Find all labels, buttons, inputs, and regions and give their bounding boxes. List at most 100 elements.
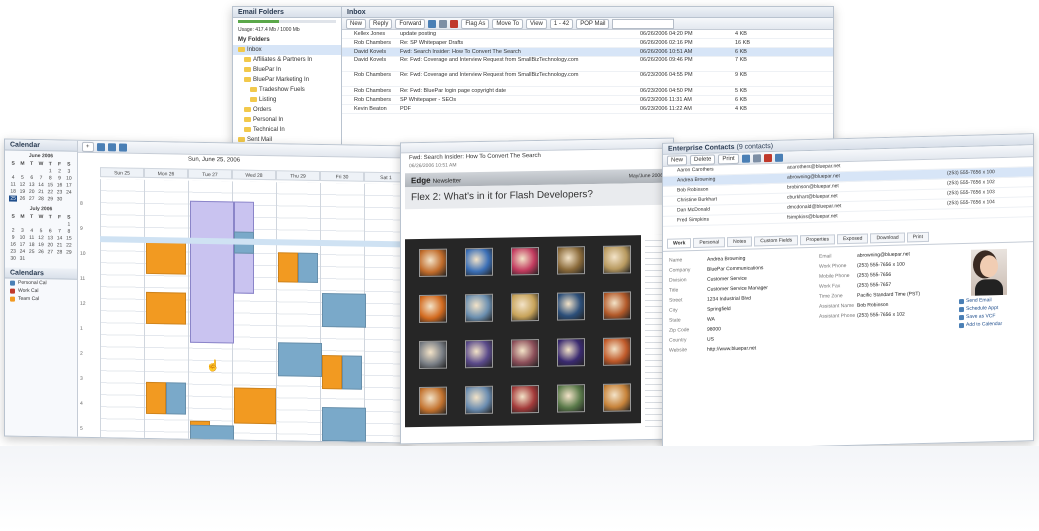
contact-tab[interactable]: Personal — [693, 237, 726, 249]
day-cell[interactable]: 15 — [46, 182, 54, 188]
day-cell[interactable]: 28 — [37, 196, 45, 202]
photo-thumbnail[interactable] — [557, 292, 585, 321]
contact-action-link[interactable]: Add to Calendar — [959, 321, 1019, 329]
day-cell[interactable]: 8 — [65, 229, 73, 235]
day-cell[interactable]: 2 — [55, 168, 63, 174]
day-cell[interactable]: 30 — [9, 256, 17, 262]
calendar-event[interactable] — [190, 200, 234, 344]
day-header[interactable]: Mon 26 — [144, 167, 188, 179]
contact-tab[interactable]: Print — [906, 231, 929, 243]
field-value[interactable]: http://www.bluepar.net — [707, 342, 807, 355]
message-row[interactable]: David Kovels Fwd: Search Insider: How To … — [342, 48, 833, 57]
photo-thumbnail[interactable] — [557, 246, 585, 275]
day-cell[interactable]: 4 — [28, 228, 36, 234]
day-cell[interactable]: 28 — [55, 249, 63, 255]
calendar-event[interactable] — [322, 407, 366, 442]
day-view-icon[interactable] — [96, 142, 105, 151]
day-cell[interactable]: 11 — [9, 182, 17, 188]
day-cell[interactable]: 25 — [9, 195, 18, 202]
contact-tab[interactable]: Custom Fields — [754, 235, 799, 247]
photo-thumbnail[interactable] — [465, 247, 493, 277]
month-view-icon[interactable] — [118, 142, 127, 152]
day-cell[interactable]: 22 — [46, 189, 54, 195]
day-cell[interactable]: 17 — [65, 183, 73, 189]
day-cell[interactable]: 14 — [55, 235, 63, 241]
contacts-action-icon[interactable] — [752, 153, 761, 162]
day-cell[interactable]: 5 — [37, 228, 45, 234]
photo-thumbnail[interactable] — [511, 338, 539, 368]
day-cell[interactable]: 13 — [28, 182, 36, 188]
day-cell[interactable]: 4 — [9, 175, 17, 181]
contact-action-link[interactable]: Send Email — [959, 297, 1019, 305]
photo-thumbnail[interactable] — [511, 292, 539, 322]
email-toolbar-button[interactable]: Reply — [369, 18, 393, 29]
email-toolbar-button[interactable]: POP Mail — [576, 18, 610, 29]
day-cell[interactable]: 27 — [28, 196, 36, 202]
day-cell[interactable]: 10 — [65, 176, 73, 182]
day-cell[interactable]: 31 — [18, 256, 26, 262]
day-cell[interactable]: 17 — [18, 242, 26, 248]
field-value[interactable]: (253) 555-7656 x 102 — [857, 308, 957, 321]
photo-thumbnail[interactable] — [511, 384, 539, 414]
calendar-event[interactable] — [146, 381, 166, 415]
day-cell[interactable]: 16 — [9, 242, 17, 248]
day-cell[interactable]: 16 — [55, 182, 63, 188]
day-cell[interactable]: 26 — [37, 249, 45, 255]
contacts-toolbar-button[interactable]: Delete — [690, 153, 716, 165]
photo-thumbnail[interactable] — [557, 384, 585, 413]
email-toolbar-button[interactable]: New — [346, 18, 367, 29]
contacts-action-icon[interactable] — [774, 153, 783, 162]
message-row[interactable]: Rob Chambers SP Whitepaper - SEOs 06/23/20… — [342, 96, 833, 105]
calendar-event[interactable] — [146, 241, 186, 275]
photo-thumbnail[interactable] — [419, 386, 447, 416]
day-cell[interactable]: 21 — [55, 242, 63, 248]
toolbar-action-icon[interactable] — [450, 19, 459, 28]
day-cell[interactable]: 30 — [55, 196, 63, 202]
photo-thumbnail[interactable] — [419, 248, 447, 278]
email-toolbar-button[interactable]: Forward — [395, 18, 426, 29]
day-cell[interactable]: 9 — [55, 175, 63, 181]
day-cell[interactable]: 18 — [9, 189, 17, 195]
message-row[interactable]: Rob Chambers Re: Fwd: BluePar login page … — [342, 87, 833, 96]
calendar-event[interactable] — [342, 355, 362, 390]
day-header[interactable]: Tue 27 — [188, 168, 232, 180]
mini-calendar-july[interactable]: July 2006 S M T W T F S 1 2 3 4 5 6 7 8 9 10 11 12 13 14 15 16… — [5, 203, 77, 264]
calendar-event[interactable] — [322, 293, 366, 328]
calendar-event[interactable] — [166, 382, 186, 415]
day-cell[interactable]: 12 — [37, 235, 45, 241]
day-cell[interactable]: 5 — [18, 175, 26, 181]
day-cell[interactable]: 6 — [46, 228, 54, 234]
day-cell[interactable]: 12 — [18, 182, 26, 188]
calendar-event[interactable] — [298, 252, 318, 283]
day-cell[interactable]: 19 — [37, 242, 45, 248]
contacts-toolbar-button[interactable]: Print — [718, 153, 739, 164]
day-cell[interactable]: 18 — [28, 242, 36, 248]
day-cell[interactable]: 8 — [46, 175, 54, 181]
day-cell[interactable]: 23 — [55, 189, 63, 195]
mini-month-grid-2[interactable]: S M T W T F S 1 2 3 4 5 6 7 8 9 10 11 12 13 14 15 16 17 18 19 20 21… — [9, 214, 73, 263]
message-row[interactable]: Rob Chambers Re: Fwd: Coverage and Interv… — [342, 72, 833, 87]
day-cell[interactable]: 6 — [28, 175, 36, 181]
day-cell[interactable]: 20 — [46, 242, 54, 248]
day-cell[interactable]: 3 — [18, 228, 26, 234]
day-cell[interactable]: 9 — [9, 235, 17, 241]
contact-tab[interactable]: Work — [667, 238, 692, 249]
photo-thumbnail[interactable] — [465, 385, 493, 415]
folder-item[interactable]: Technical In — [233, 125, 341, 135]
calendar-event[interactable] — [278, 342, 322, 378]
day-cell[interactable]: 24 — [18, 249, 26, 255]
day-cell[interactable]: 2 — [9, 228, 17, 234]
day-cell[interactable]: 20 — [28, 189, 36, 195]
day-cell[interactable]: 29 — [65, 250, 73, 256]
toolbar-action-icon[interactable] — [439, 19, 448, 28]
folder-item[interactable]: Personal In — [233, 115, 341, 125]
folder-item[interactable]: Orders — [233, 105, 341, 115]
day-cell[interactable]: 19 — [18, 189, 26, 195]
day-cell[interactable]: 23 — [9, 249, 17, 255]
day-cell[interactable]: 1 — [46, 168, 54, 174]
message-row[interactable]: Kevin Beaton PDF 06/23/2006 11:22 AM 4 KB — [342, 105, 833, 114]
day-cell[interactable]: 25 — [28, 249, 36, 255]
calendar-event[interactable] — [278, 252, 298, 283]
photo-thumbnail[interactable] — [603, 291, 631, 320]
new-appt-button[interactable]: + — [82, 141, 94, 152]
